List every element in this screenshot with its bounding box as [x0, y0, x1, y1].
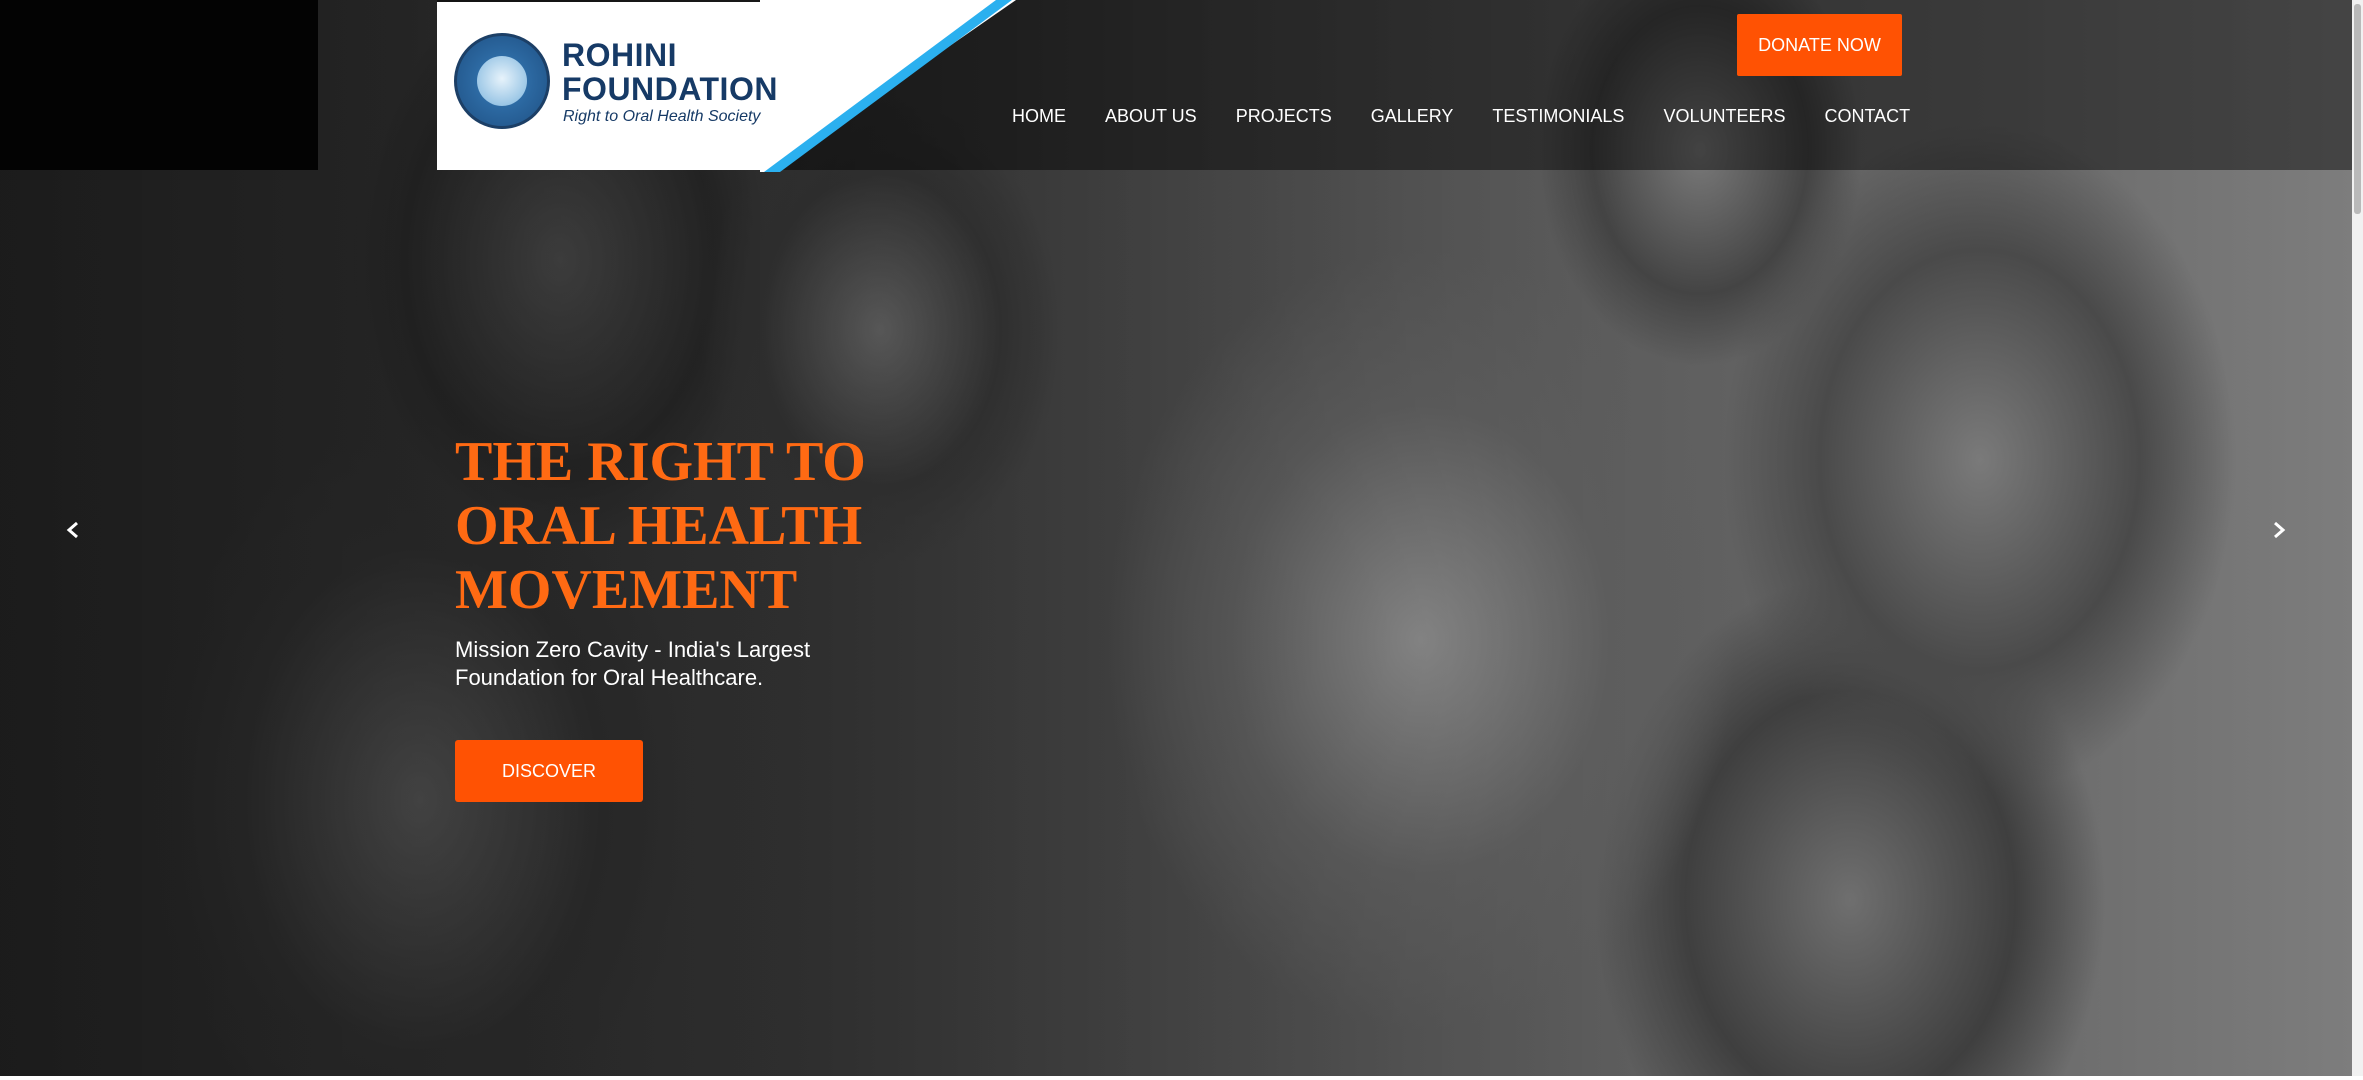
tooth-icon: [477, 56, 527, 106]
nav-item-testimonials[interactable]: TESTIMONIALS: [1492, 106, 1624, 127]
chevron-right-icon: [2274, 521, 2286, 539]
hero-subheading: Mission Zero Cavity - India's Largest Fo…: [455, 637, 811, 690]
nav-item-volunteers[interactable]: VOLUNTEERS: [1663, 106, 1785, 127]
top-left-dark-area: [0, 0, 318, 170]
logo-emblem-icon[interactable]: [454, 33, 550, 129]
donate-now-button[interactable]: DONATE NOW: [1737, 14, 1902, 76]
logo-tagline: Right to Oral Health Society: [563, 108, 761, 125]
scrollbar-thumb[interactable]: [2354, 4, 2361, 214]
main-navigation: HOME ABOUT US PROJECTS GALLERY TESTIMONI…: [1012, 106, 1910, 127]
page: ROHINI FOUNDATION Right to Oral Health S…: [0, 0, 2363, 1080]
logo-title-line1: ROHINI: [562, 37, 677, 73]
slider-next-button[interactable]: [2264, 515, 2294, 545]
logo-title[interactable]: ROHINI FOUNDATION: [562, 38, 778, 106]
slider-prev-button[interactable]: [58, 515, 88, 545]
nav-item-contact[interactable]: CONTACT: [1824, 106, 1910, 127]
hero-heading: THE RIGHT TO ORAL HEALTH MOVEMENT: [455, 431, 866, 621]
logo-title-line2: FOUNDATION: [562, 71, 778, 107]
nav-item-projects[interactable]: PROJECTS: [1236, 106, 1332, 127]
page-bottom-edge: [0, 1076, 2363, 1080]
nav-item-gallery[interactable]: GALLERY: [1371, 106, 1454, 127]
discover-button[interactable]: DISCOVER: [455, 740, 643, 802]
chevron-left-icon: [66, 521, 78, 539]
nav-item-home[interactable]: HOME: [1012, 106, 1066, 127]
nav-item-about-us[interactable]: ABOUT US: [1105, 106, 1197, 127]
logo-stripe-icon: [760, 0, 1016, 172]
